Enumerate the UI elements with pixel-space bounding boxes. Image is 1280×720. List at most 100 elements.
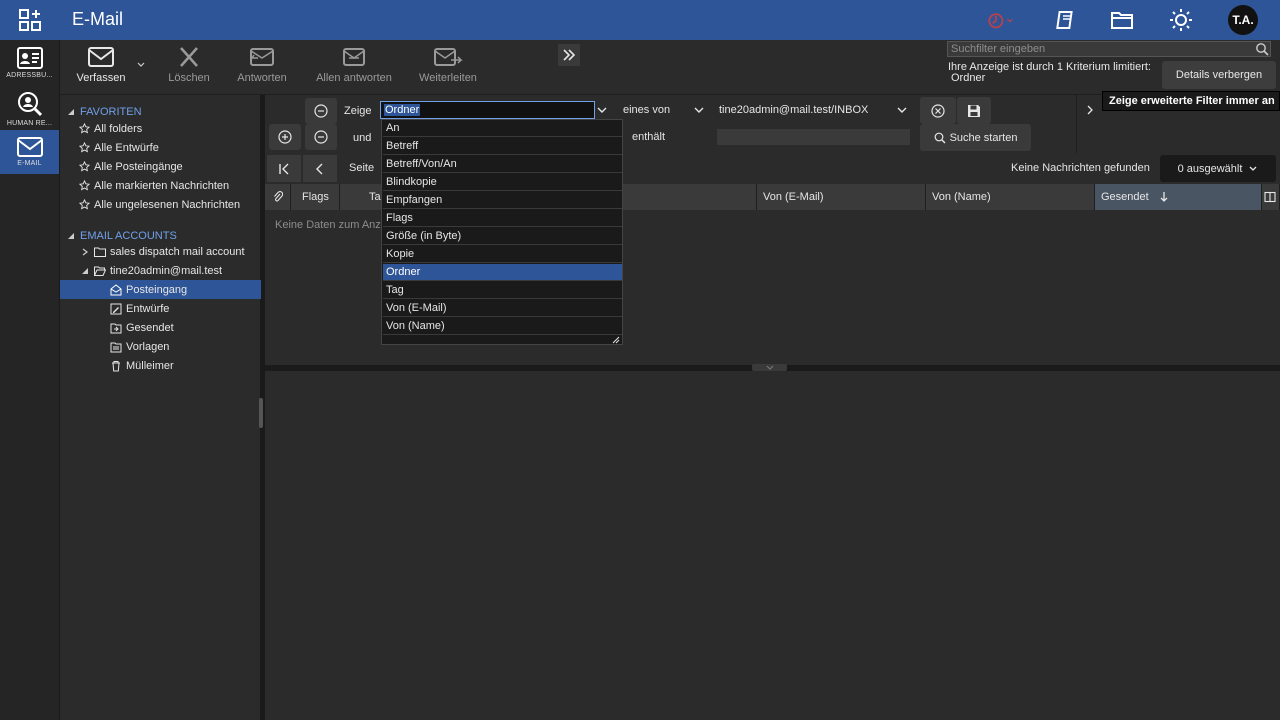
filter-row2-label: und <box>353 132 372 144</box>
app-title: E-Mail <box>72 9 124 29</box>
clear-filter-button[interactable] <box>920 97 956 124</box>
account-item[interactable]: tine20admin@mail.test <box>60 261 261 280</box>
remove-filter-row2-button[interactable] <box>305 124 337 150</box>
chevron-down-icon[interactable] <box>596 104 608 116</box>
favorite-label: Alle ungelesenen Nachrichten <box>94 198 241 211</box>
delete-button[interactable]: Löschen <box>164 46 214 92</box>
dropdown-option[interactable]: Tag <box>383 282 622 299</box>
chevron-right-icon[interactable] <box>1085 105 1095 115</box>
dropdown-option[interactable]: Empfangen <box>383 192 622 209</box>
folder-templates[interactable]: Vorlagen <box>60 337 261 356</box>
previous-page-button[interactable] <box>303 155 337 182</box>
add-filter-button[interactable] <box>269 124 301 150</box>
start-search-button[interactable]: Suche starten <box>920 124 1031 151</box>
column-sent-label: Gesendet <box>1101 191 1149 203</box>
star-icon <box>78 123 90 135</box>
filter-field-value: Ordner <box>384 104 421 116</box>
folder-sent[interactable]: Gesendet <box>60 318 261 337</box>
chevron-down-icon[interactable] <box>136 60 146 70</box>
folder-icon[interactable] <box>1108 7 1136 33</box>
module-addressbook[interactable]: ADRESSBU... <box>0 42 59 86</box>
save-filter-button[interactable] <box>957 97 991 124</box>
forward-button[interactable]: Weiterleiten <box>414 46 482 92</box>
hide-details-button[interactable]: Details verbergen <box>1162 61 1276 89</box>
dropdown-option[interactable]: Blindkopie <box>383 174 622 191</box>
toolbar-overflow-button[interactable] <box>558 44 580 66</box>
module-label: E-MAIL <box>17 160 42 167</box>
remove-filter-button[interactable] <box>305 98 337 124</box>
dropdown-option[interactable]: Größe (in Byte) <box>383 228 622 245</box>
column-sent[interactable]: Gesendet <box>1095 184 1262 210</box>
user-avatar[interactable]: T.A. <box>1228 5 1258 35</box>
reply-all-button[interactable]: Allen antworten <box>312 46 396 92</box>
module-label: ADRESSBU... <box>6 72 53 79</box>
filter-contains-input[interactable] <box>717 129 910 145</box>
filter-value-text: tine20admin@mail.test/INBOX <box>719 104 869 116</box>
filter-operator-value: eines von <box>623 104 671 116</box>
filter-value-select[interactable]: tine20admin@mail.test/INBOX <box>719 101 910 119</box>
no-messages-text: Keine Nachrichten gefunden <box>1011 162 1150 174</box>
first-page-button[interactable] <box>267 155 301 182</box>
reply-button[interactable]: Antworten <box>234 46 290 92</box>
favorite-item[interactable]: Alle ungelesenen Nachrichten <box>60 195 261 214</box>
filter-operator-select[interactable]: eines von <box>623 101 707 119</box>
book-icon[interactable] <box>1052 7 1080 33</box>
favorite-item[interactable]: Alle Entwürfe <box>60 138 261 157</box>
folder-trash[interactable]: Mülleimer <box>60 356 261 375</box>
folder-inbox[interactable]: Posteingang <box>60 280 261 299</box>
filter-field-select[interactable]: Ordner <box>380 101 595 119</box>
chevron-left-icon <box>316 163 323 174</box>
column-attachment[interactable] <box>265 184 291 210</box>
account-item[interactable]: sales dispatch mail account <box>60 242 261 261</box>
selection-count-button[interactable]: 0 ausgewählt <box>1160 155 1276 182</box>
dropdown-option[interactable]: Von (Name) <box>383 318 622 335</box>
search-icon[interactable] <box>1255 42 1269 56</box>
favorite-item[interactable]: Alle markierten Nachrichten <box>60 176 261 195</box>
dropdown-option[interactable]: Von (E-Mail) <box>383 300 622 317</box>
sun-icon[interactable] <box>1167 7 1195 33</box>
favorite-item[interactable]: Alle Posteingänge <box>60 157 261 176</box>
start-search-label: Suche starten <box>949 131 1018 144</box>
filter-info-text: Ihre Anzeige ist durch 1 Kriterium limit… <box>948 62 1151 84</box>
dropdown-option[interactable]: Flags <box>383 210 622 227</box>
folder-tree: FAVORITEN All folders Alle Entwürfe Alle… <box>60 95 261 720</box>
dropdown-option[interactable]: Kopie <box>383 246 622 263</box>
close-circle-icon <box>931 103 945 118</box>
first-page-icon <box>279 163 289 174</box>
account-label: sales dispatch mail account <box>110 245 245 258</box>
favorites-label: FAVORITEN <box>80 105 142 118</box>
search-filter-input[interactable]: Suchfilter eingeben <box>947 41 1271 57</box>
minus-circle-icon <box>314 104 328 118</box>
filter-row2-operator[interactable]: enthält <box>632 131 665 143</box>
timer-icon[interactable] <box>986 7 1014 33</box>
column-from-name[interactable]: Von (Name) <box>926 184 1095 210</box>
forward-icon <box>434 48 463 66</box>
chevron-right-icon <box>80 247 90 257</box>
dropdown-option[interactable]: Betreff <box>383 138 622 155</box>
collapse-triangle-icon <box>66 107 76 117</box>
column-from-email[interactable]: Von (E-Mail) <box>757 184 926 210</box>
folder-drafts[interactable]: Entwürfe <box>60 299 261 318</box>
tooltip: Zeige erweiterte Filter immer an <box>1102 91 1280 111</box>
column-chooser-button[interactable] <box>1262 184 1280 210</box>
column-flags[interactable]: Flags <box>291 184 340 210</box>
reply-all-label: Allen antworten <box>316 72 392 84</box>
preview-splitter-handle[interactable] <box>752 364 787 371</box>
compose-button[interactable]: Verfassen <box>74 46 128 92</box>
reply-label: Antworten <box>237 72 287 84</box>
dropdown-option[interactable]: Betreff/Von/An <box>383 156 622 173</box>
filter-row1-label: Zeige <box>344 105 372 117</box>
folder-label: Gesendet <box>126 321 174 334</box>
filter-field-dropdown: An Betreff Betreff/Von/An Blindkopie Emp… <box>381 119 623 345</box>
module-human-resources[interactable]: HUMAN RE... <box>0 86 59 130</box>
favorite-item[interactable]: All folders <box>60 119 261 138</box>
resize-handle-icon[interactable] <box>612 335 620 344</box>
splitter-handle[interactable] <box>259 398 263 428</box>
sent-icon <box>110 322 122 334</box>
favorite-label: Alle Entwürfe <box>94 141 159 154</box>
dropdown-option[interactable]: An <box>383 120 622 137</box>
apps-grid-icon[interactable] <box>16 7 44 33</box>
dropdown-option-selected[interactable]: Ordner <box>383 264 622 281</box>
email-accounts-label: EMAIL ACCOUNTS <box>80 229 177 242</box>
module-email[interactable]: E-MAIL <box>0 130 59 174</box>
